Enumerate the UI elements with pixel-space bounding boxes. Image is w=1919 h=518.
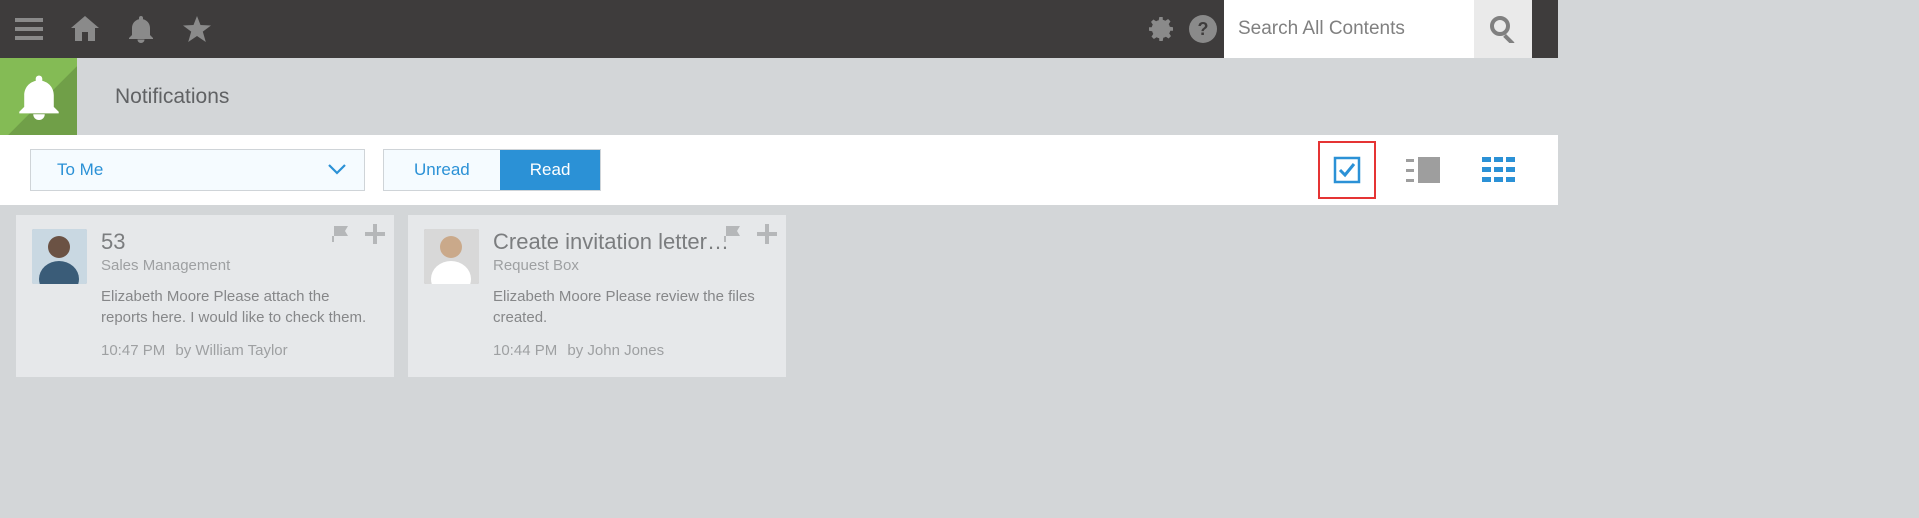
- page-header: Notifications: [0, 58, 1558, 135]
- star-icon: [183, 16, 211, 42]
- notification-card[interactable]: 53 Sales Management Elizabeth Moore Plea…: [16, 215, 394, 377]
- menu-button[interactable]: [8, 8, 50, 50]
- search-button[interactable]: [1474, 0, 1532, 58]
- card-meta: 10:47 PM by William Taylor: [101, 342, 378, 359]
- plus-icon: [757, 224, 777, 244]
- topbar-left: [8, 8, 218, 50]
- filter-dropdown-label: To Me: [57, 160, 103, 180]
- notifications-button[interactable]: [120, 8, 162, 50]
- filter-dropdown[interactable]: To Me: [30, 149, 365, 191]
- card-message: Elizabeth Moore Please attach the report…: [101, 286, 378, 328]
- chevron-down-icon: [328, 164, 346, 176]
- cards-area: 53 Sales Management Elizabeth Moore Plea…: [0, 205, 1558, 387]
- home-button[interactable]: [64, 8, 106, 50]
- card-subtitle: Sales Management: [101, 257, 378, 274]
- card-actions: [332, 223, 386, 245]
- avatar-placeholder-icon: [32, 229, 87, 284]
- toolbar: To Me Unread Read: [0, 135, 1558, 205]
- search-input[interactable]: [1224, 0, 1474, 58]
- checkbox-icon: [1332, 155, 1362, 185]
- topbar-right-gap: [1532, 0, 1558, 58]
- card-author: by William Taylor: [175, 342, 287, 359]
- card-author: by John Jones: [567, 342, 664, 359]
- page-header-icon-tile: [0, 58, 77, 135]
- page-title: Notifications: [77, 85, 229, 109]
- help-icon: ?: [1189, 15, 1217, 43]
- flag-icon: [332, 226, 354, 242]
- toggle-read[interactable]: Read: [500, 150, 601, 190]
- gear-icon: [1147, 15, 1175, 43]
- avatar: [32, 229, 87, 284]
- avatar-placeholder-icon: [424, 229, 479, 284]
- list-view-icon: [1406, 157, 1440, 183]
- card-meta: 10:44 PM by John Jones: [493, 342, 770, 359]
- add-button[interactable]: [756, 223, 778, 245]
- bell-icon: [19, 74, 59, 120]
- view-select-button[interactable]: [1318, 141, 1376, 199]
- card-message: Elizabeth Moore Please review the files …: [493, 286, 770, 328]
- card-actions: [724, 223, 778, 245]
- search-wrap: [1224, 0, 1532, 58]
- favorites-button[interactable]: [176, 8, 218, 50]
- notification-card[interactable]: Create invitation letter… Request Box El…: [408, 215, 786, 377]
- plus-icon: [365, 224, 385, 244]
- add-button[interactable]: [364, 223, 386, 245]
- view-grid-button[interactable]: [1470, 141, 1528, 199]
- grid-view-icon: [1482, 157, 1516, 183]
- menu-icon: [15, 18, 43, 40]
- topbar: ?: [0, 0, 1558, 58]
- flag-button[interactable]: [724, 223, 746, 245]
- view-list-button[interactable]: [1394, 141, 1452, 199]
- read-toggle-group: Unread Read: [383, 149, 601, 191]
- avatar: [424, 229, 479, 284]
- search-icon: [1489, 15, 1517, 43]
- flag-icon: [724, 226, 746, 242]
- bell-icon: [129, 15, 153, 43]
- toggle-unread[interactable]: Unread: [384, 150, 500, 190]
- card-subtitle: Request Box: [493, 257, 770, 274]
- card-time: 10:44 PM: [493, 342, 557, 359]
- home-icon: [71, 16, 99, 42]
- flag-button[interactable]: [332, 223, 354, 245]
- settings-button[interactable]: [1140, 8, 1182, 50]
- help-button[interactable]: ?: [1182, 8, 1224, 50]
- card-time: 10:47 PM: [101, 342, 165, 359]
- svg-text:?: ?: [1198, 19, 1209, 39]
